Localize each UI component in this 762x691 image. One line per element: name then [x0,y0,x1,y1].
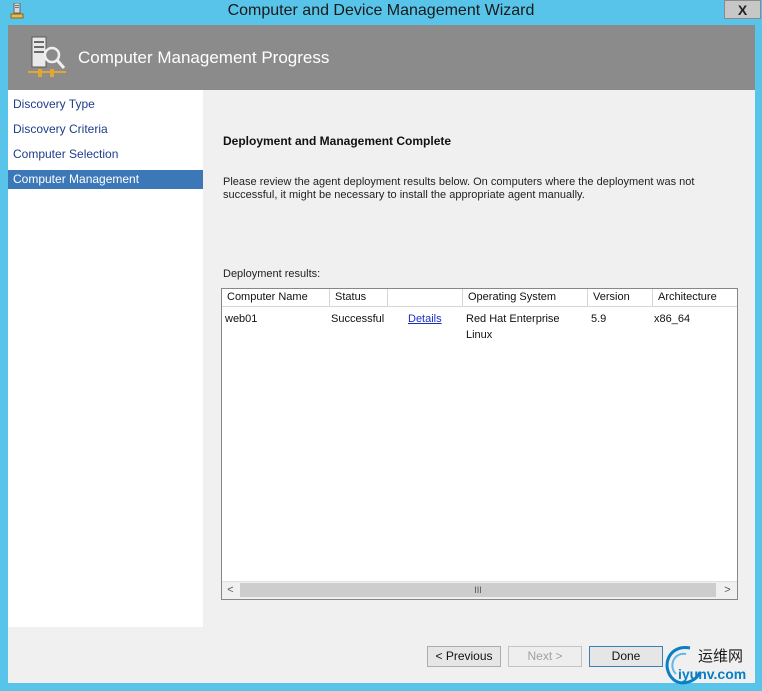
cell-status: Successful [331,313,385,325]
window-title: Computer and Device Management Wizard [227,2,535,19]
main-panel: Deployment and Management Complete Pleas… [203,90,755,627]
watermark-bottom-text: iyunv.com [678,666,747,682]
cell-version: 5.9 [591,313,607,325]
details-link[interactable]: Details [408,313,442,325]
previous-button[interactable]: < Previous [427,646,501,667]
cell-computer-name: web01 [225,313,258,325]
close-button[interactable]: X [724,0,761,19]
title-bar[interactable]: Computer and Device Management Wizard X [0,0,762,24]
results-label: Deployment results: [223,268,321,280]
section-description: Please review the agent deployment resul… [223,176,695,201]
wizard-footer: < Previous Next > Done [8,627,755,683]
wizard-header: Computer Management Progress [8,25,755,90]
column-header-details[interactable] [388,289,463,306]
nav-item-discovery-criteria[interactable]: Discovery Criteria [8,120,203,139]
list-header: Computer Name Status Operating System Ve… [222,289,737,307]
watermark-top-text: 运维网 [698,648,744,665]
computer-search-icon [28,36,66,77]
scroll-left-button[interactable]: < [222,582,239,598]
column-header-architecture[interactable]: Architecture [653,289,737,306]
scroll-right-button[interactable]: > [719,582,736,598]
cell-architecture: x86_64 [654,313,691,325]
next-button[interactable]: Next > [508,646,582,667]
nav-item-computer-management[interactable]: Computer Management [8,170,203,189]
column-header-status[interactable]: Status [330,289,388,306]
page-title: Computer Management Progress [78,48,330,67]
horizontal-scrollbar[interactable]: < III > [222,581,737,599]
scroll-thumb[interactable]: III [240,583,716,597]
deployment-results-list[interactable]: Computer Name Status Operating System Ve… [221,288,738,600]
cell-operating-system: Red Hat Enterprise Linux [466,313,560,341]
column-header-computer-name[interactable]: Computer Name [222,289,330,306]
column-header-operating-system[interactable]: Operating System [463,289,588,306]
done-button[interactable]: Done [589,646,663,667]
column-header-version[interactable]: Version [588,289,653,306]
nav-item-computer-selection[interactable]: Computer Selection [8,145,203,164]
wizard-steps-nav: Discovery Type Discovery Criteria Comput… [8,90,203,627]
section-heading: Deployment and Management Complete [223,134,452,148]
nav-item-discovery-type[interactable]: Discovery Type [8,95,203,114]
wizard-window: Computer and Device Management Wizard X … [0,0,762,691]
site-watermark: 运维网 iyunv.com [660,642,760,686]
